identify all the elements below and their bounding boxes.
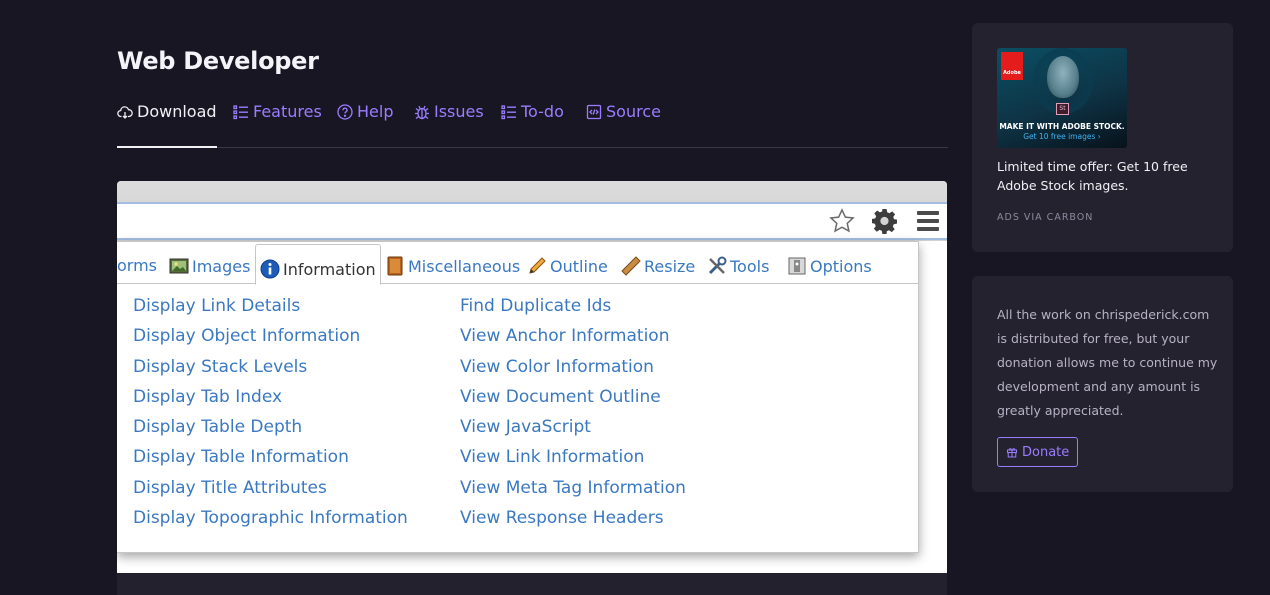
- menu-link: Display Stack Levels: [133, 356, 308, 377]
- tab-forms-label: orms: [117, 256, 158, 275]
- gift-icon: [1007, 448, 1017, 458]
- code-file-icon: [586, 104, 602, 120]
- web-developer-menu: orms Images Information Miscellaneous Ou…: [117, 241, 919, 553]
- adobe-logo: Adobe: [1001, 52, 1023, 80]
- ad-image-cta: Get 10 free images ›: [1023, 132, 1101, 141]
- nav-issues[interactable]: Issues: [414, 100, 484, 148]
- bug-icon: [415, 105, 429, 120]
- ad-face-shape: [1047, 56, 1079, 98]
- right-links: Find Duplicate Ids View Anchor Informati…: [460, 296, 686, 538]
- tab-images: Images: [169, 256, 250, 276]
- nav-download[interactable]: Download: [117, 100, 217, 148]
- menu-link: View Anchor Information: [460, 326, 670, 347]
- menu-link: View Document Outline: [460, 386, 661, 407]
- ad-image[interactable]: Adobe St MAKE IT WITH ADOBE STOCK. Get 1…: [997, 48, 1127, 148]
- nav-help[interactable]: Help: [337, 100, 393, 148]
- tab-images-label: Images: [192, 256, 251, 276]
- screenshot-caption-bar: [117, 573, 947, 595]
- ad-image-headline: MAKE IT WITH ADOBE STOCK.: [999, 122, 1125, 131]
- browser-menu-icon: [917, 211, 939, 231]
- menu-link: View Link Information: [460, 447, 645, 468]
- tab-options-label: Options: [810, 256, 872, 276]
- tab-forms: orms: [117, 256, 157, 275]
- browser-toolbar: [117, 181, 947, 241]
- tab-miscellaneous: Miscellaneous: [385, 256, 520, 276]
- donate-text: All the work on chrispederick.com is dis…: [997, 307, 1218, 418]
- tab-tools: Tools: [707, 256, 769, 276]
- page-title: Web Developer: [117, 47, 319, 75]
- menu-link: View Color Information: [460, 356, 654, 377]
- menu-link: Display Title Attributes: [133, 477, 327, 498]
- menu-tabs: orms Images Information Miscellaneous Ou…: [117, 242, 919, 285]
- nav-features-label: Features: [253, 102, 322, 121]
- tab-information: Information: [255, 244, 381, 285]
- menu-link: View Meta Tag Information: [460, 477, 686, 498]
- nav-source[interactable]: Source: [586, 100, 661, 148]
- cloud-download-icon: [117, 106, 133, 119]
- list-icon: [233, 105, 248, 120]
- carbon-ad: Adobe St MAKE IT WITH ADOBE STOCK. Get 1…: [972, 23, 1233, 252]
- book-icon: [387, 256, 403, 276]
- nav-todo[interactable]: To-do: [501, 100, 564, 148]
- tab-outline: Outline: [527, 256, 608, 276]
- menu-link: Display Tab Index: [133, 386, 283, 407]
- menu-link: View JavaScript: [460, 417, 591, 438]
- star-icon: [829, 208, 855, 233]
- pencil-icon: [529, 257, 546, 274]
- menu-link: Display Table Information: [133, 447, 349, 468]
- donate-button[interactable]: Donate: [997, 437, 1079, 467]
- options-icon: [788, 257, 806, 275]
- tab-miscellaneous-label: Miscellaneous: [408, 256, 521, 276]
- stock-badge: St: [1056, 103, 1069, 115]
- info-icon: [260, 259, 280, 279]
- menu-link: Display Table Depth: [133, 417, 303, 438]
- tab-resize-label: Resize: [644, 256, 696, 276]
- menu-link: Find Duplicate Ids: [460, 296, 612, 316]
- ruler-icon: [621, 256, 641, 276]
- nav-download-label: Download: [137, 102, 217, 121]
- nav-issues-label: Issues: [434, 102, 484, 121]
- nav-source-label: Source: [606, 102, 661, 121]
- tab-resize: Resize: [621, 256, 695, 276]
- nav-help-label: Help: [357, 102, 394, 121]
- checklist-icon: [501, 105, 516, 120]
- image-icon: [169, 258, 189, 274]
- donate-card: All the work on chrispederick.com is dis…: [972, 276, 1233, 492]
- nav-features[interactable]: Features: [233, 100, 322, 148]
- donate-button-label: Donate: [1022, 444, 1070, 460]
- tab-outline-label: Outline: [550, 256, 608, 276]
- menu-link: View Response Headers: [460, 508, 664, 529]
- main-nav: Download Features Help Issues To-do Sour…: [117, 100, 948, 148]
- menu-link: Display Link Details: [133, 296, 301, 316]
- menu-link: Display Object Information: [133, 326, 361, 347]
- tab-tools-label: Tools: [730, 256, 770, 276]
- tools-icon: [708, 256, 727, 275]
- ad-text-link[interactable]: Limited time offer: Get 10 free Adobe St…: [997, 157, 1212, 195]
- tab-information-label: Information: [283, 259, 376, 279]
- left-links: Display Link Details Display Object Info…: [133, 296, 408, 538]
- nav-todo-label: To-do: [521, 102, 564, 121]
- ads-via-carbon-link[interactable]: ADS VIA CARBON: [997, 212, 1093, 223]
- extension-screenshot: orms Images Information Miscellaneous Ou…: [117, 181, 947, 573]
- url-bar: [117, 202, 947, 240]
- tab-options: Options: [787, 256, 872, 276]
- menu-link: Display Topographic Information: [133, 508, 408, 529]
- gear-icon: [872, 209, 897, 234]
- question-circle-icon: [337, 104, 353, 120]
